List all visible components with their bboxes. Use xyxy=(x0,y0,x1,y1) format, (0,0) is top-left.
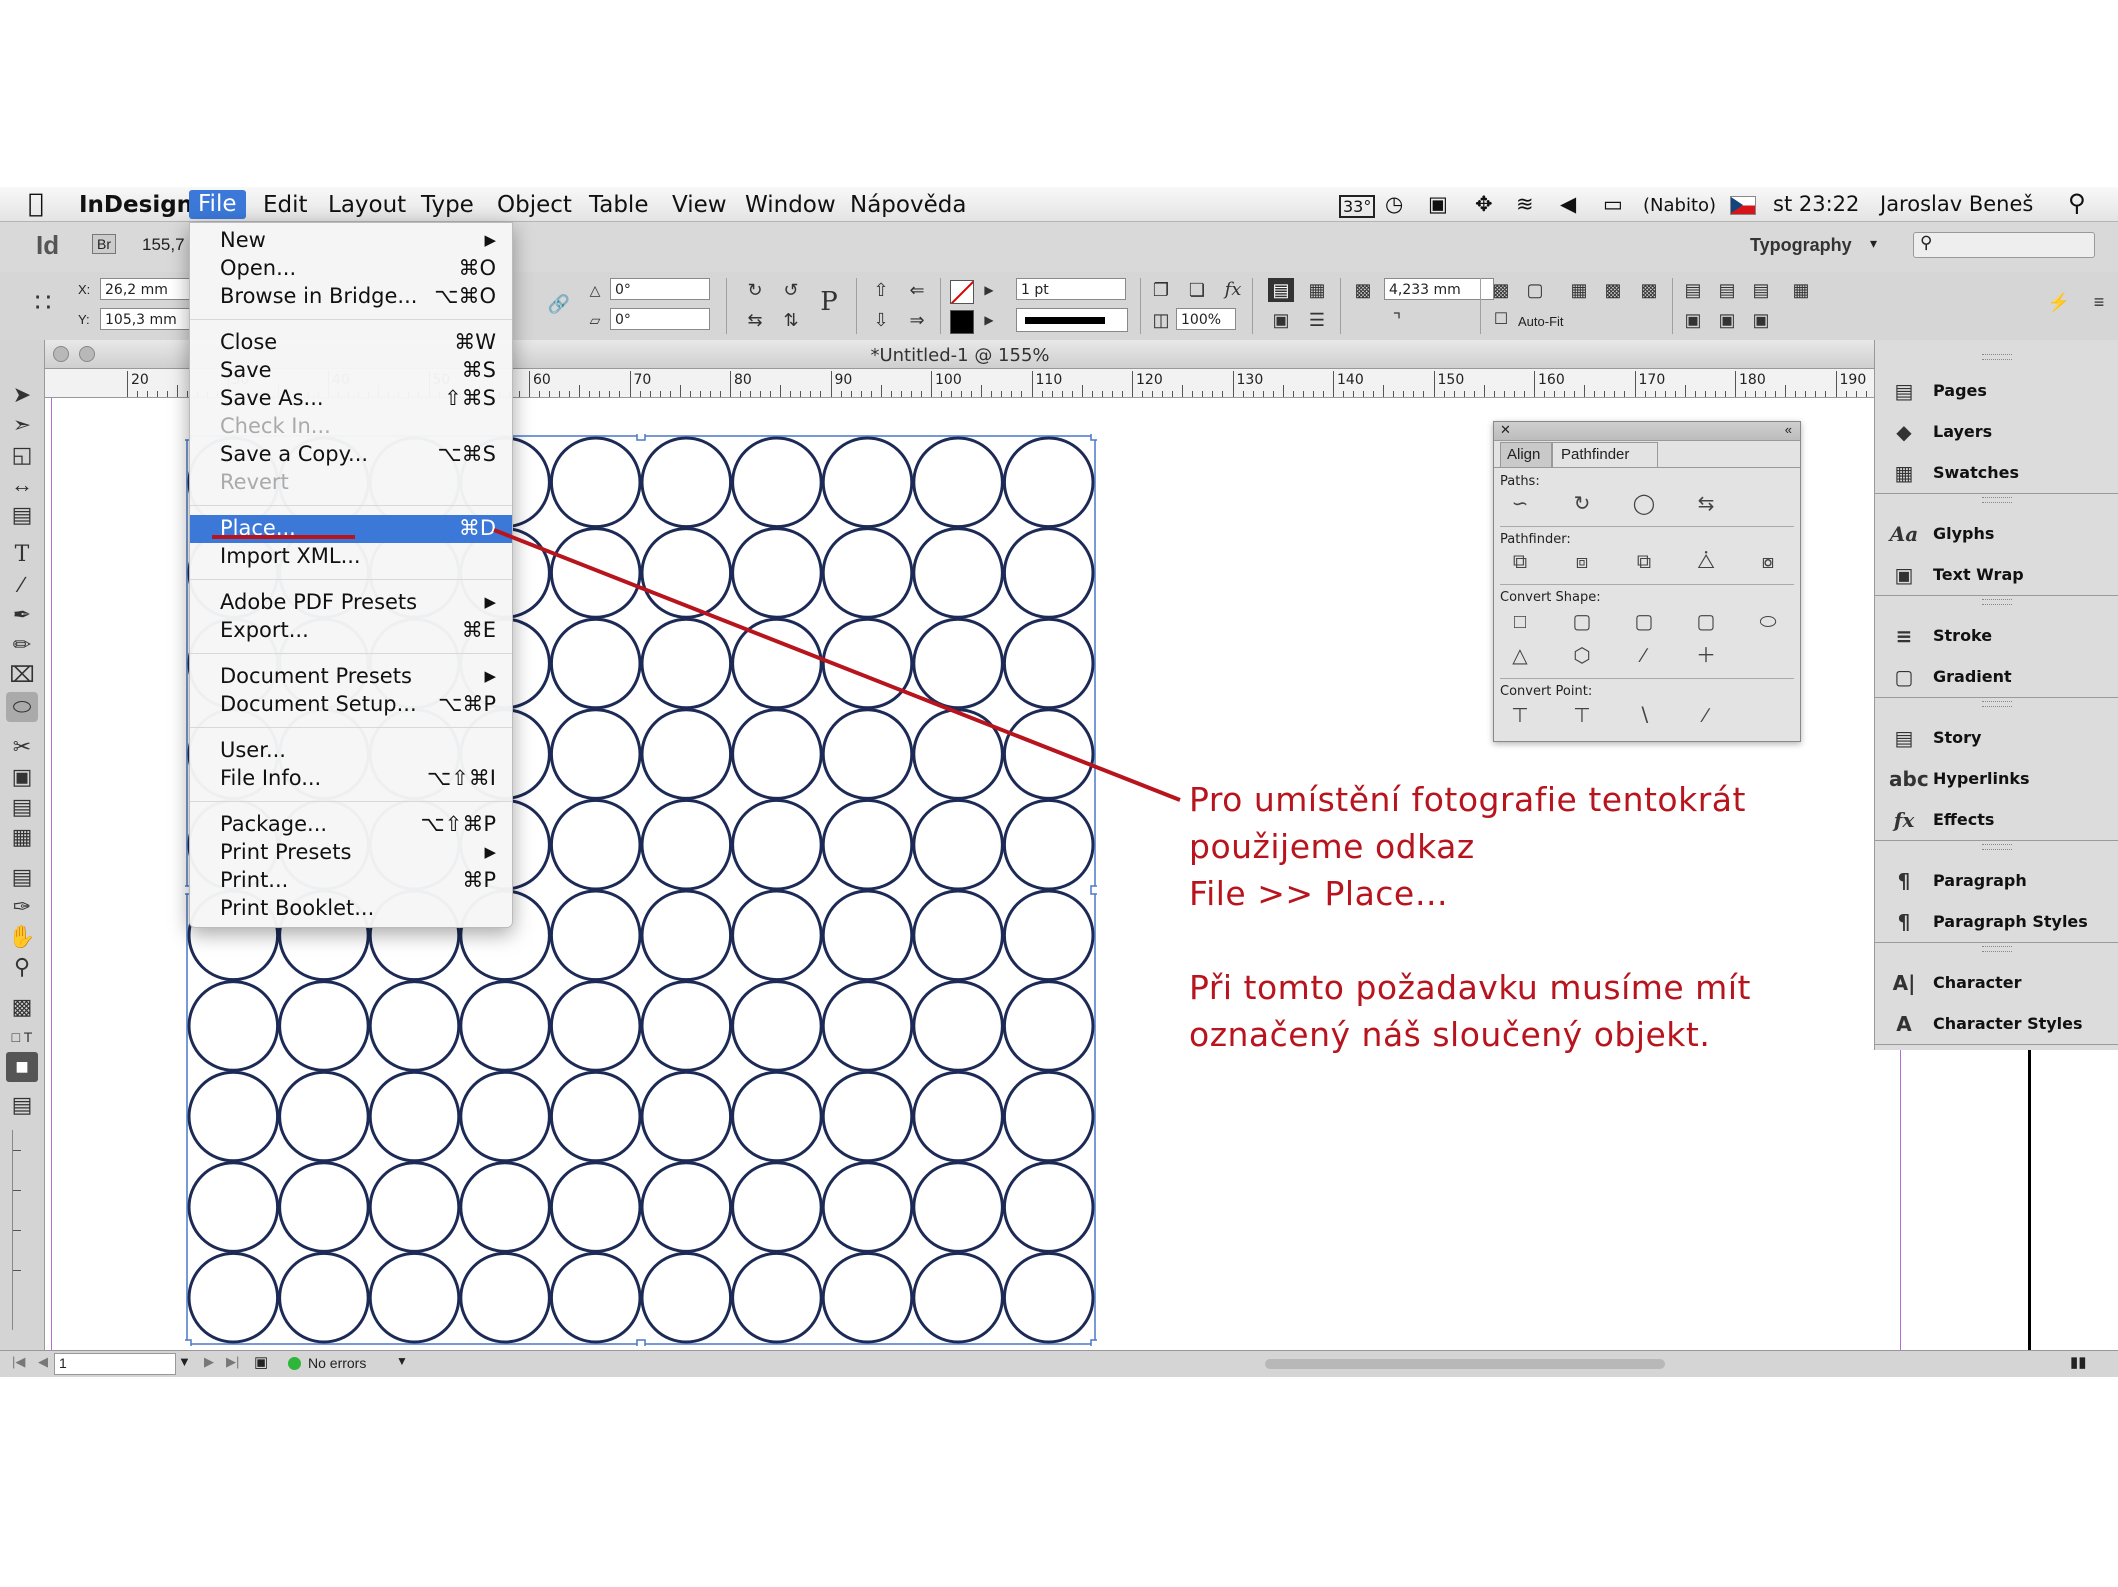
annotation-line-5: označený náš sloučený objekt. xyxy=(1189,1015,1711,1054)
annotation-line-4: Při tomto požadavku musíme mít xyxy=(1189,968,1751,1007)
annotation-arrow xyxy=(212,528,1181,802)
annotation-line-3: File >> Place… xyxy=(1189,874,1449,913)
annotation-line-1: Pro umístění fotografie tentokrát xyxy=(1189,780,1746,819)
annotation-line-2: použijeme odkaz xyxy=(1189,827,1475,866)
